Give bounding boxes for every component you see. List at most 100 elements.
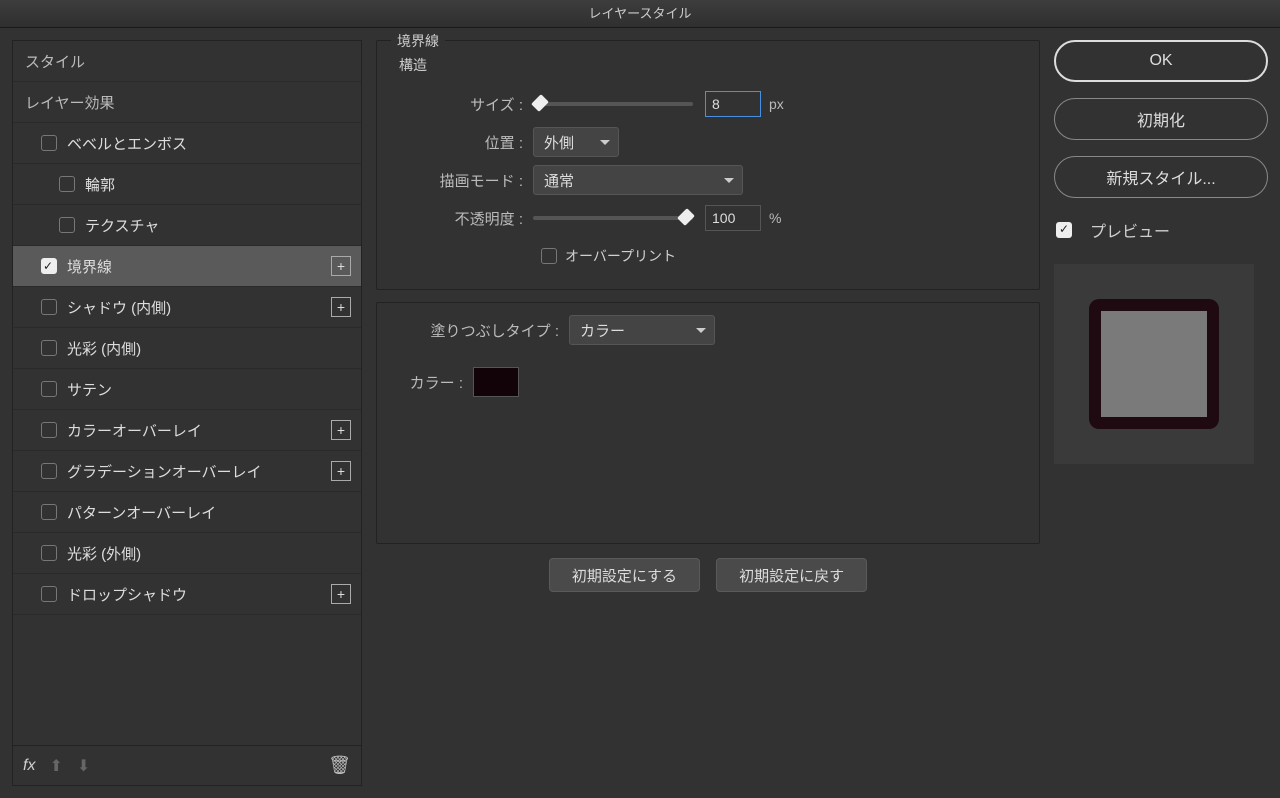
- slider-thumb-icon[interactable]: [677, 208, 695, 226]
- sidebar-item-checkbox[interactable]: [41, 299, 57, 315]
- opacity-row: 不透明度 : %: [393, 199, 1023, 237]
- color-label: カラー :: [393, 372, 473, 393]
- color-swatch[interactable]: [473, 367, 519, 397]
- opacity-slider[interactable]: [533, 216, 693, 220]
- sidebar-header-effects[interactable]: レイヤー効果: [13, 82, 361, 123]
- position-value: 外側: [544, 132, 574, 153]
- default-buttons-row: 初期設定にする 初期設定に戻す: [376, 558, 1040, 592]
- add-instance-icon[interactable]: +: [331, 420, 351, 440]
- sidebar-item-11[interactable]: ドロップシャドウ +: [13, 574, 361, 615]
- dialog-body: スタイル レイヤー効果 ベベルとエンボス輪郭テクスチャ境界線+シャドウ (内側)…: [0, 28, 1280, 798]
- opacity-input[interactable]: [705, 205, 761, 231]
- position-select[interactable]: 外側: [533, 127, 619, 157]
- sidebar-item-2[interactable]: テクスチャ: [13, 205, 361, 246]
- preview-checkbox[interactable]: [1056, 222, 1072, 238]
- sidebar-item-10[interactable]: 光彩 (外側): [13, 533, 361, 574]
- sidebar-item-label: 光彩 (外側): [67, 543, 141, 564]
- sidebar-item-label: カラーオーバーレイ: [67, 420, 202, 441]
- sidebar-item-1[interactable]: 輪郭: [13, 164, 361, 205]
- reset-default-button[interactable]: 初期設定に戻す: [716, 558, 867, 592]
- fill-groupbox: 塗りつぶしタイプ : カラー カラー :: [376, 302, 1040, 544]
- move-up-icon[interactable]: ⬆: [49, 756, 62, 776]
- size-label: サイズ :: [393, 94, 533, 115]
- sidebar-item-label: 境界線: [67, 256, 112, 277]
- add-instance-icon[interactable]: +: [331, 584, 351, 604]
- sidebar-item-checkbox[interactable]: [41, 422, 57, 438]
- position-row: 位置 : 外側: [393, 123, 1023, 161]
- structure-legend: 構造: [399, 55, 1023, 75]
- sidebar-item-checkbox[interactable]: [59, 176, 75, 192]
- trash-icon[interactable]: 🗑: [328, 755, 351, 776]
- filltype-label: 塗りつぶしタイプ :: [393, 320, 569, 341]
- size-slider[interactable]: [533, 102, 693, 106]
- position-label: 位置 :: [393, 132, 533, 153]
- sidebar-list: スタイル レイヤー効果 ベベルとエンボス輪郭テクスチャ境界線+シャドウ (内側)…: [13, 41, 361, 745]
- styles-sidebar: スタイル レイヤー効果 ベベルとエンボス輪郭テクスチャ境界線+シャドウ (内側)…: [12, 40, 362, 786]
- center-panel: 境界線 構造 サイズ : px 位置 : 外側 描画モード : 通常 不透明度 …: [376, 40, 1040, 786]
- sidebar-item-8[interactable]: グラデーションオーバーレイ +: [13, 451, 361, 492]
- stroke-groupbox: 境界線 構造 サイズ : px 位置 : 外側 描画モード : 通常 不透明度 …: [376, 40, 1040, 290]
- opacity-label: 不透明度 :: [393, 208, 533, 229]
- color-row: カラー :: [393, 363, 1023, 401]
- sidebar-item-0[interactable]: ベベルとエンボス: [13, 123, 361, 164]
- blend-select[interactable]: 通常: [533, 165, 743, 195]
- sidebar-item-checkbox[interactable]: [41, 545, 57, 561]
- sidebar-item-checkbox[interactable]: [59, 217, 75, 233]
- sidebar-item-label: 光彩 (内側): [67, 338, 141, 359]
- add-instance-icon[interactable]: +: [331, 461, 351, 481]
- blend-row: 描画モード : 通常: [393, 161, 1023, 199]
- sidebar-item-3[interactable]: 境界線 +: [13, 246, 361, 287]
- size-unit: px: [769, 96, 784, 112]
- sidebar-header-styles-label: スタイル: [25, 51, 85, 72]
- preview-label: プレビュー: [1090, 218, 1170, 242]
- sidebar-item-checkbox[interactable]: [41, 463, 57, 479]
- sidebar-header-effects-label: レイヤー効果: [25, 92, 115, 113]
- sidebar-item-label: 輪郭: [85, 174, 115, 195]
- group-legend: 境界線: [391, 31, 445, 51]
- add-instance-icon[interactable]: +: [331, 297, 351, 317]
- sidebar-item-9[interactable]: パターンオーバーレイ: [13, 492, 361, 533]
- sidebar-item-checkbox[interactable]: [41, 258, 57, 274]
- size-row: サイズ : px: [393, 85, 1023, 123]
- sidebar-item-7[interactable]: カラーオーバーレイ +: [13, 410, 361, 451]
- sidebar-item-label: サテン: [67, 379, 112, 400]
- sidebar-item-label: ベベルとエンボス: [67, 133, 187, 154]
- add-instance-icon[interactable]: +: [331, 256, 351, 276]
- preview-checkbox-row[interactable]: プレビュー: [1056, 218, 1268, 242]
- sidebar-item-label: テクスチャ: [85, 215, 159, 236]
- size-input[interactable]: [705, 91, 761, 117]
- sidebar-item-checkbox[interactable]: [41, 381, 57, 397]
- sidebar-item-label: グラデーションオーバーレイ: [67, 461, 262, 482]
- right-panel: OK 初期化 新規スタイル... プレビュー: [1054, 40, 1268, 786]
- sidebar-item-checkbox[interactable]: [41, 340, 57, 356]
- sidebar-header-styles[interactable]: スタイル: [13, 41, 361, 82]
- overprint-row: オーバープリント: [393, 237, 1023, 275]
- sidebar-item-checkbox[interactable]: [41, 586, 57, 602]
- ok-button[interactable]: OK: [1054, 40, 1268, 82]
- preview-swatch: [1054, 264, 1254, 464]
- filltype-row: 塗りつぶしタイプ : カラー: [393, 311, 1023, 349]
- fx-menu-icon[interactable]: fx: [23, 757, 35, 775]
- make-default-button[interactable]: 初期設定にする: [549, 558, 700, 592]
- titlebar: レイヤースタイル: [0, 0, 1280, 28]
- filltype-value: カラー: [580, 320, 625, 341]
- new-style-button[interactable]: 新規スタイル...: [1054, 156, 1268, 198]
- sidebar-item-checkbox[interactable]: [41, 504, 57, 520]
- preview-swatch-inner: [1089, 299, 1219, 429]
- filltype-select[interactable]: カラー: [569, 315, 715, 345]
- sidebar-item-5[interactable]: 光彩 (内側): [13, 328, 361, 369]
- blend-value: 通常: [544, 170, 574, 191]
- reset-button[interactable]: 初期化: [1054, 98, 1268, 140]
- sidebar-item-4[interactable]: シャドウ (内側)+: [13, 287, 361, 328]
- slider-thumb-icon[interactable]: [531, 94, 549, 112]
- sidebar-item-6[interactable]: サテン: [13, 369, 361, 410]
- sidebar-item-checkbox[interactable]: [41, 135, 57, 151]
- opacity-unit: %: [769, 210, 781, 226]
- overprint-checkbox[interactable]: [541, 248, 557, 264]
- sidebar-item-label: パターンオーバーレイ: [67, 502, 216, 523]
- sidebar-item-label: ドロップシャドウ: [67, 584, 187, 605]
- blend-label: 描画モード :: [393, 170, 533, 191]
- sidebar-footer: fx ⬆ ⬇ 🗑: [13, 745, 361, 785]
- move-down-icon[interactable]: ⬇: [77, 756, 90, 776]
- overprint-label: オーバープリント: [565, 246, 676, 266]
